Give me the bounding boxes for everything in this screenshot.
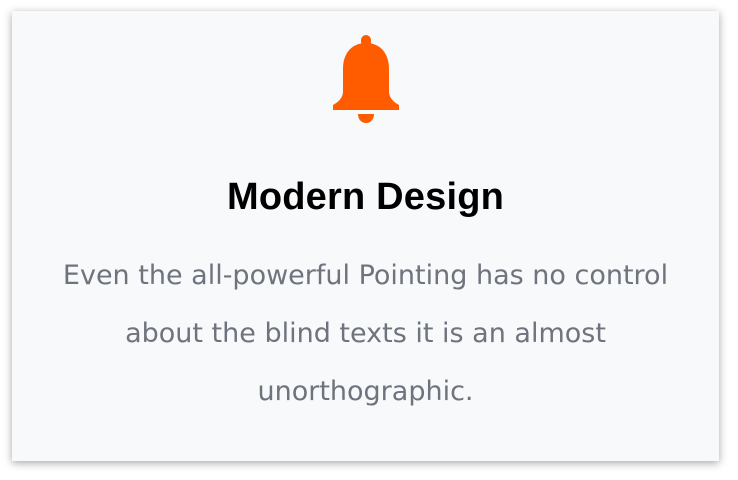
description-line: about the blind texts it is an almost [125,318,606,349]
description-line: Even the all-powerful Pointing has no co… [62,260,669,291]
icon-container [12,35,719,127]
feature-card: Modern Design Even the all-powerful Poin… [12,11,719,461]
card-description: Even the all-powerful Pointing has no co… [12,247,719,421]
bell-icon [332,35,399,123]
card-title: Modern Design [226,176,505,218]
description-line: unorthographic. [257,376,474,407]
